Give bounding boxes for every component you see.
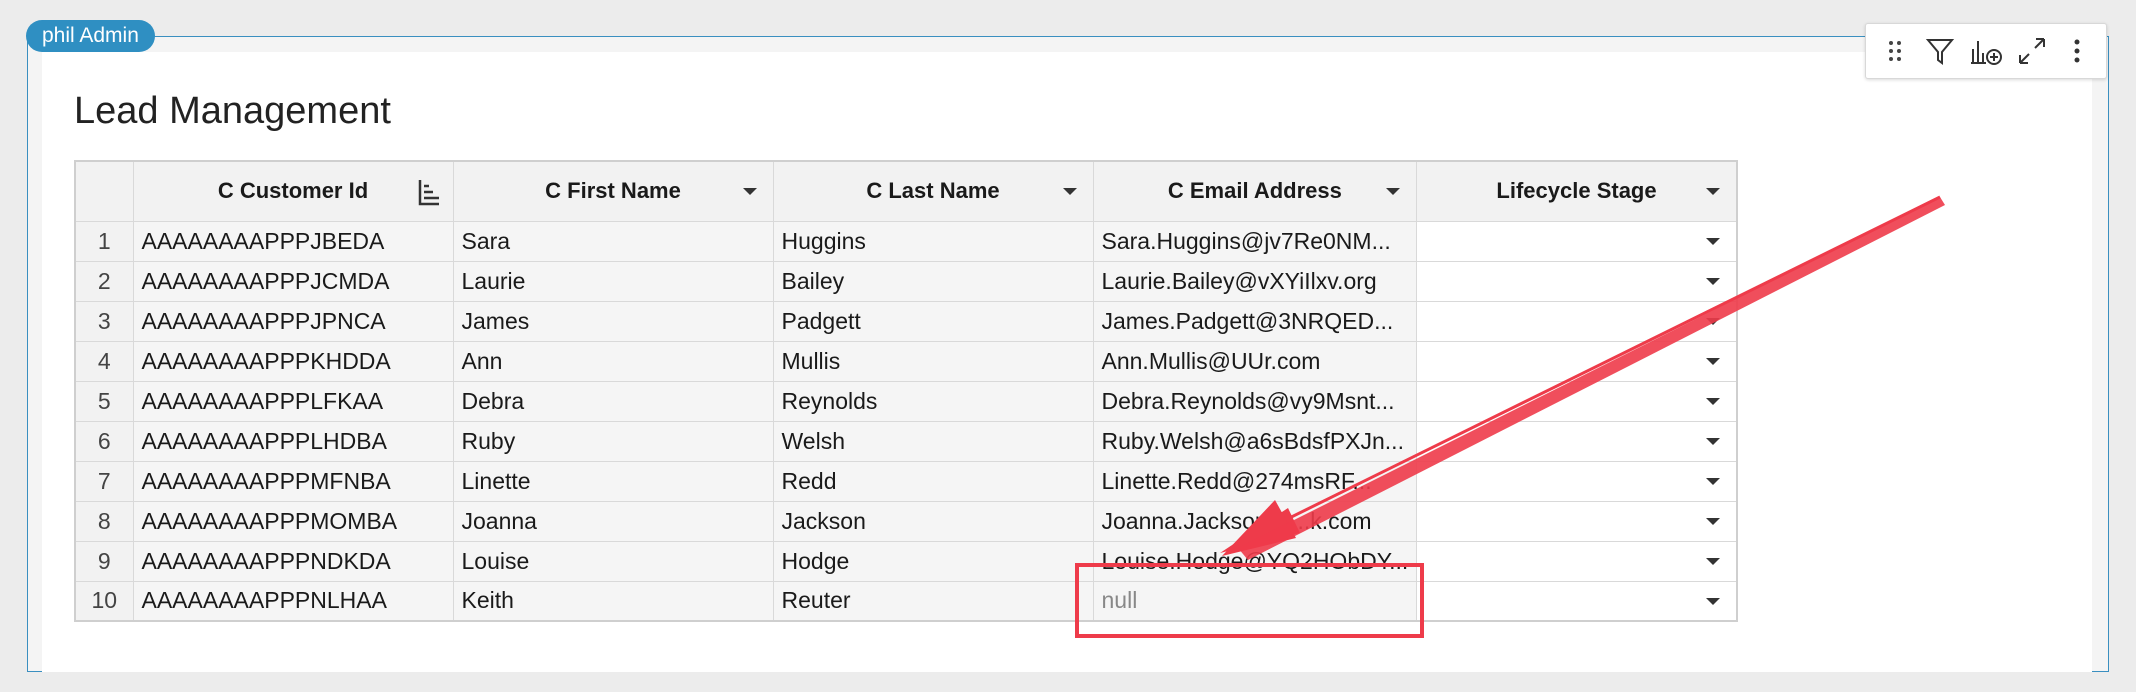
annotation-arrow <box>1220 195 1945 560</box>
annotation-highlight-box <box>1075 563 1424 638</box>
